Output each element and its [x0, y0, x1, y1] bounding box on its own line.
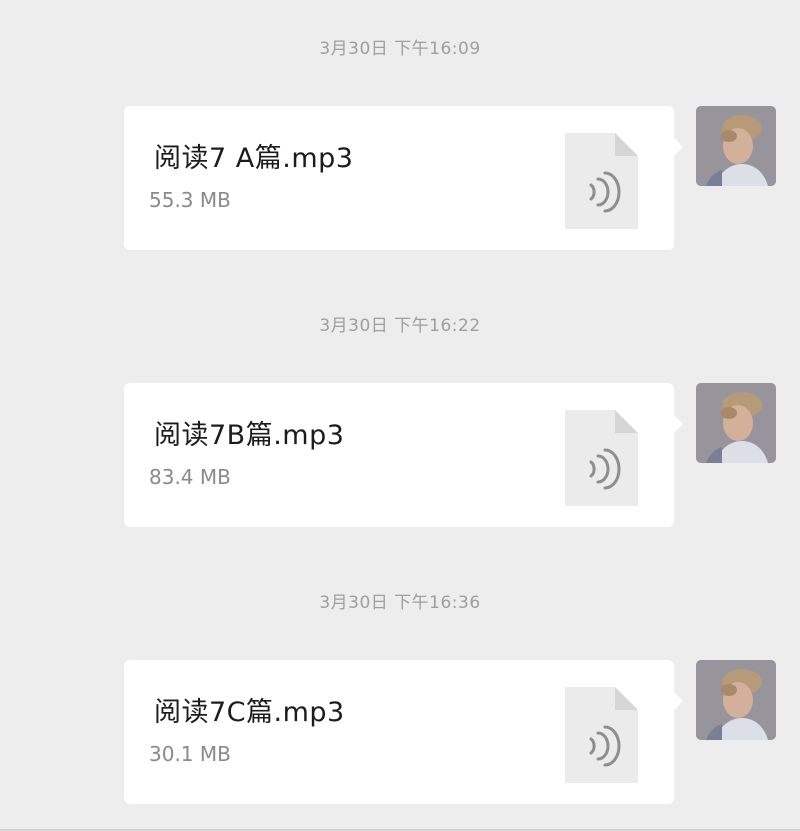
avatar[interactable] [696, 383, 776, 463]
message-timestamp: 3月30日 下午16:36 [319, 593, 481, 613]
audio-file-icon [565, 687, 638, 783]
file-message-bubble[interactable]: 阅读7B篇.mp3 83.4 MB [124, 383, 683, 527]
chat-message: 3月30日 下午16:22 阅读7B篇.mp3 83.4 MB [0, 277, 800, 554]
file-size: 55.3 MB [149, 188, 231, 212]
file-message-bubble[interactable]: 阅读7C篇.mp3 30.1 MB [124, 660, 683, 804]
chat-message: 3月30日 下午16:09 阅读7 A篇.mp3 55.3 MB [0, 0, 800, 277]
avatar[interactable] [696, 106, 776, 186]
avatar[interactable] [696, 660, 776, 740]
message-timestamp: 3月30日 下午16:09 [319, 39, 481, 59]
avatar-image [696, 383, 776, 463]
file-size: 83.4 MB [149, 465, 231, 489]
file-name: 阅读7 A篇.mp3 [154, 143, 354, 174]
audio-file-icon [565, 410, 638, 506]
file-message-bubble[interactable]: 阅读7 A篇.mp3 55.3 MB [124, 106, 683, 250]
file-size: 30.1 MB [149, 742, 231, 766]
file-name: 阅读7B篇.mp3 [154, 420, 345, 451]
file-name: 阅读7C篇.mp3 [154, 697, 345, 728]
message-timestamp: 3月30日 下午16:22 [319, 316, 481, 336]
avatar-image [696, 106, 776, 186]
avatar-image [696, 660, 776, 740]
chat-message: 3月30日 下午16:36 阅读7C篇.mp3 30.1 MB [0, 554, 800, 831]
audio-file-icon [565, 133, 638, 229]
